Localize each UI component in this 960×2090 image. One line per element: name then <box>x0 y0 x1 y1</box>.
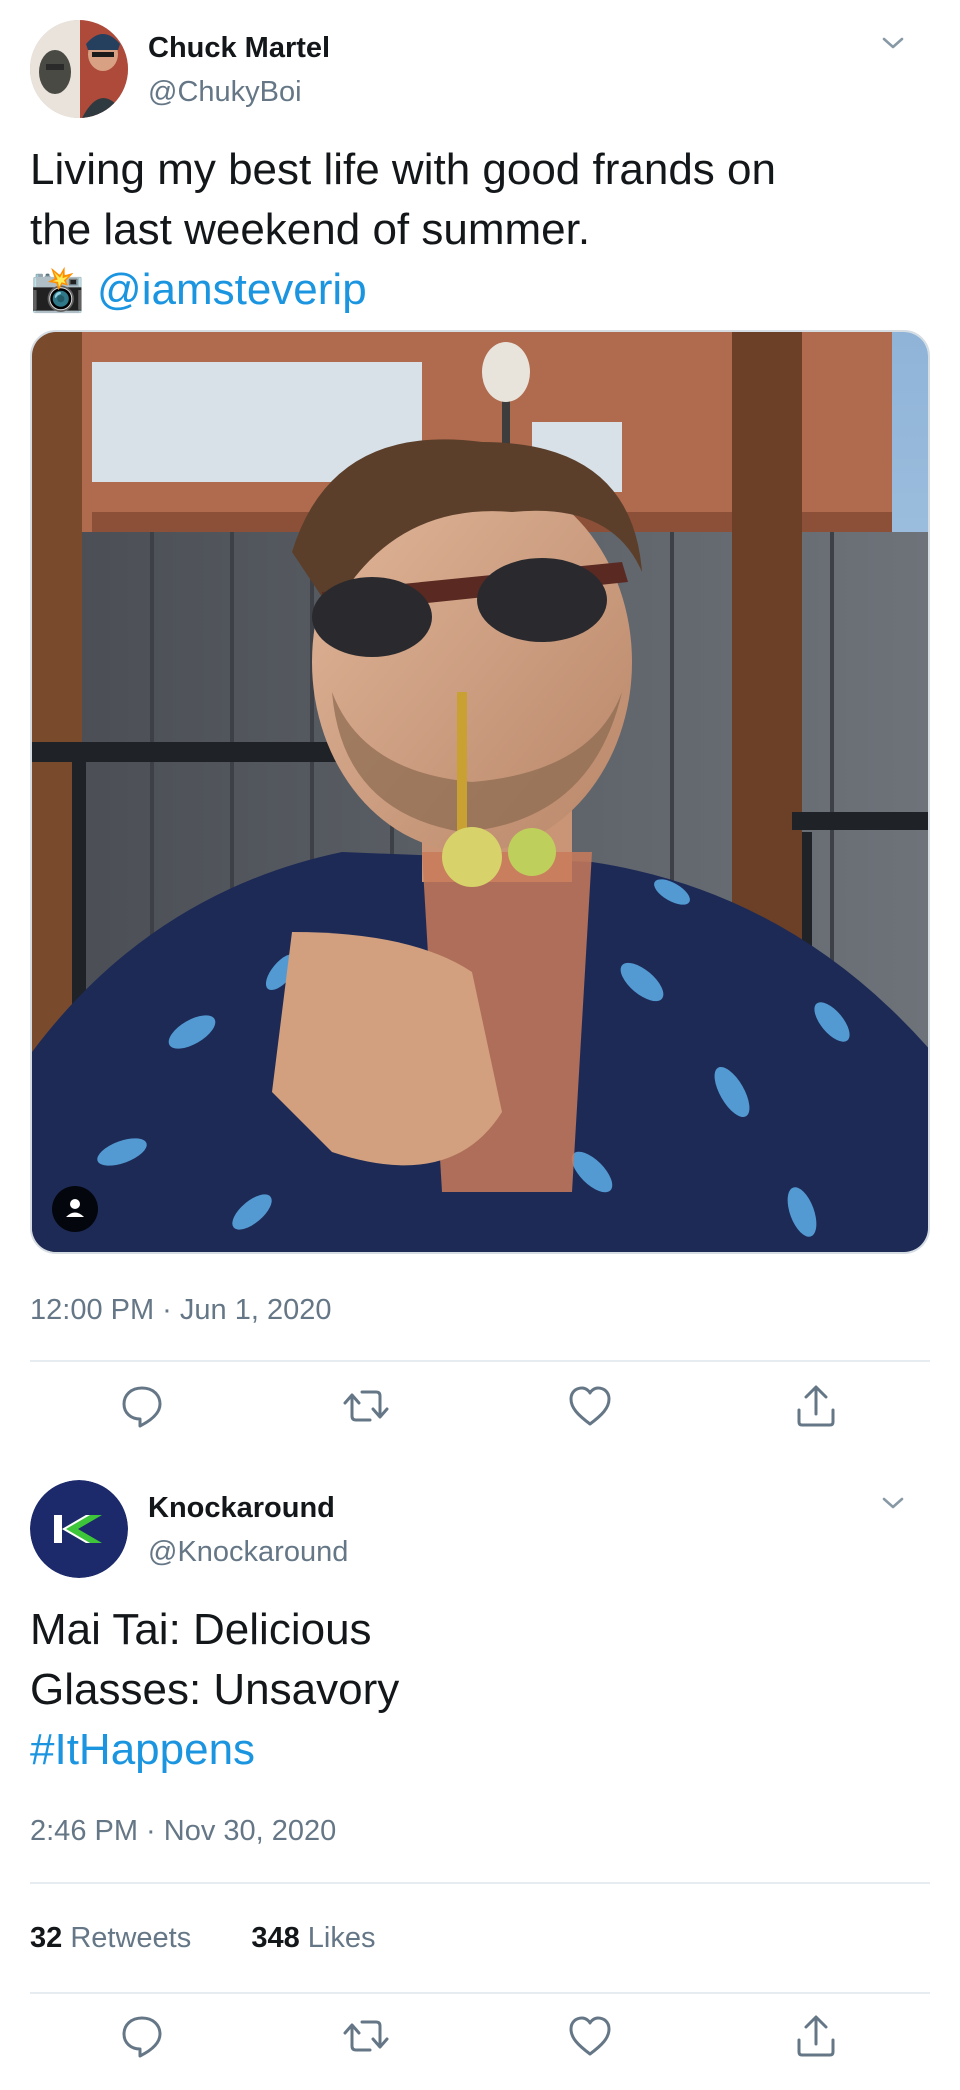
likes-count: 348 <box>251 1922 300 1954</box>
likes-stat[interactable]: 348 Likes <box>251 1922 375 1954</box>
divider <box>30 1882 930 1884</box>
tweet-stats: 32 Retweets 348 Likes <box>30 1920 376 1956</box>
author-name[interactable]: Chuck Martel <box>148 30 330 66</box>
retweets-count: 32 <box>30 1922 63 1954</box>
reply-icon[interactable] <box>118 2012 166 2060</box>
reply-icon[interactable] <box>118 1382 166 1430</box>
retweets-label: Retweets <box>70 1922 192 1954</box>
tweet-text-line: Mai Tai: Delicious <box>30 1605 372 1654</box>
tweet-text-line: the last weekend of summer. <box>30 205 591 254</box>
chevron-down-icon[interactable] <box>876 26 910 60</box>
like-icon[interactable] <box>566 2012 614 2060</box>
tweet-text: Living my best life with good frands on … <box>30 140 930 320</box>
share-icon[interactable] <box>792 2012 840 2060</box>
share-icon[interactable] <box>792 1382 840 1430</box>
author-name[interactable]: Knockaround <box>148 1490 335 1526</box>
chevron-down-icon[interactable] <box>876 1486 910 1520</box>
tweet-timestamp[interactable]: 12:00 PM · Jun 1, 2020 <box>30 1292 331 1328</box>
tweet-text-line: Living my best life with good frands on <box>30 145 776 194</box>
hashtag-link[interactable]: #ItHappens <box>30 1720 930 1780</box>
likes-label: Likes <box>307 1922 376 1954</box>
tweet-text: Mai Tai: Delicious Glasses: Unsavory #It… <box>30 1600 930 1780</box>
divider <box>30 1360 930 1362</box>
avatar[interactable] <box>30 20 128 118</box>
like-icon[interactable] <box>566 1382 614 1430</box>
author-handle[interactable]: @Knockaround <box>148 1534 348 1570</box>
tweet-photo[interactable] <box>30 330 930 1254</box>
author-handle[interactable]: @ChukyBoi <box>148 74 302 110</box>
knockaround-logo-avatar[interactable] <box>30 1480 128 1578</box>
tweet-text-line: 📸 @iamsteverip <box>30 260 930 320</box>
mention-link[interactable]: @iamsteverip <box>97 265 367 314</box>
tweet-text-line: Glasses: Unsavory <box>30 1665 400 1714</box>
tweet-timestamp[interactable]: 2:46 PM · Nov 30, 2020 <box>30 1813 336 1849</box>
divider <box>30 1992 930 1994</box>
retweet-icon[interactable] <box>342 1382 390 1430</box>
retweet-icon[interactable] <box>342 2012 390 2060</box>
retweets-stat[interactable]: 32 Retweets <box>30 1922 199 1954</box>
camera-flash-emoji: 📸 <box>30 265 85 314</box>
person-tag-icon[interactable] <box>52 1186 98 1232</box>
